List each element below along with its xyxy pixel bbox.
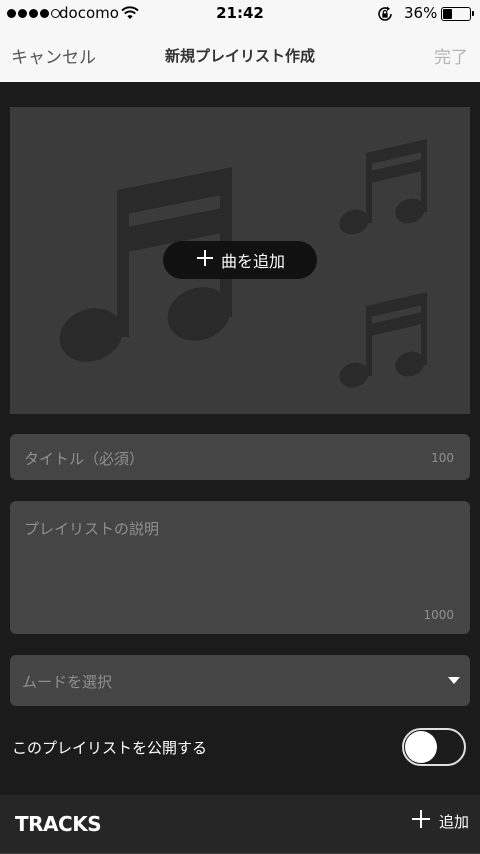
mood-select[interactable]: ムードを選択 xyxy=(10,655,470,706)
battery-icon xyxy=(441,7,474,21)
title-placeholder: タイトル（必須） xyxy=(24,450,145,468)
mood-placeholder: ムードを選択 xyxy=(22,673,113,691)
page-title: 新規プレイリスト作成 xyxy=(164,47,315,65)
tracks-title: TRACKS xyxy=(15,812,102,836)
add-song-button[interactable]: 曲を追加 xyxy=(163,241,317,279)
tracks-header: TRACKS 追加 xyxy=(0,795,480,854)
navigation-bar: キャンセル 新規プレイリスト作成 完了 xyxy=(0,28,480,82)
status-bar: docomo 21:42 36% xyxy=(0,0,480,28)
toggle-knob xyxy=(405,731,437,763)
playlist-artwork[interactable]: 曲を追加 xyxy=(10,107,470,414)
battery-percent: 36% xyxy=(404,4,438,22)
title-char-limit: 100 xyxy=(431,451,454,465)
add-track-button[interactable]: 追加 xyxy=(411,809,469,833)
description-field[interactable]: プレイリストの説明 1000 xyxy=(10,501,470,634)
add-track-label: 追加 xyxy=(438,812,469,831)
plus-icon xyxy=(195,248,215,272)
chevron-down-icon xyxy=(448,677,460,684)
title-field[interactable]: タイトル（必須） 100 xyxy=(10,434,470,480)
rotation-lock-icon xyxy=(376,5,394,27)
plus-icon xyxy=(411,809,431,833)
add-song-label: 曲を追加 xyxy=(220,252,285,271)
description-char-limit: 1000 xyxy=(423,608,454,622)
description-placeholder: プレイリストの説明 xyxy=(24,520,160,538)
public-toggle-label: このプレイリストを公開する xyxy=(12,739,208,757)
public-toggle[interactable] xyxy=(402,728,466,766)
done-button[interactable]: 完了 xyxy=(434,43,468,68)
